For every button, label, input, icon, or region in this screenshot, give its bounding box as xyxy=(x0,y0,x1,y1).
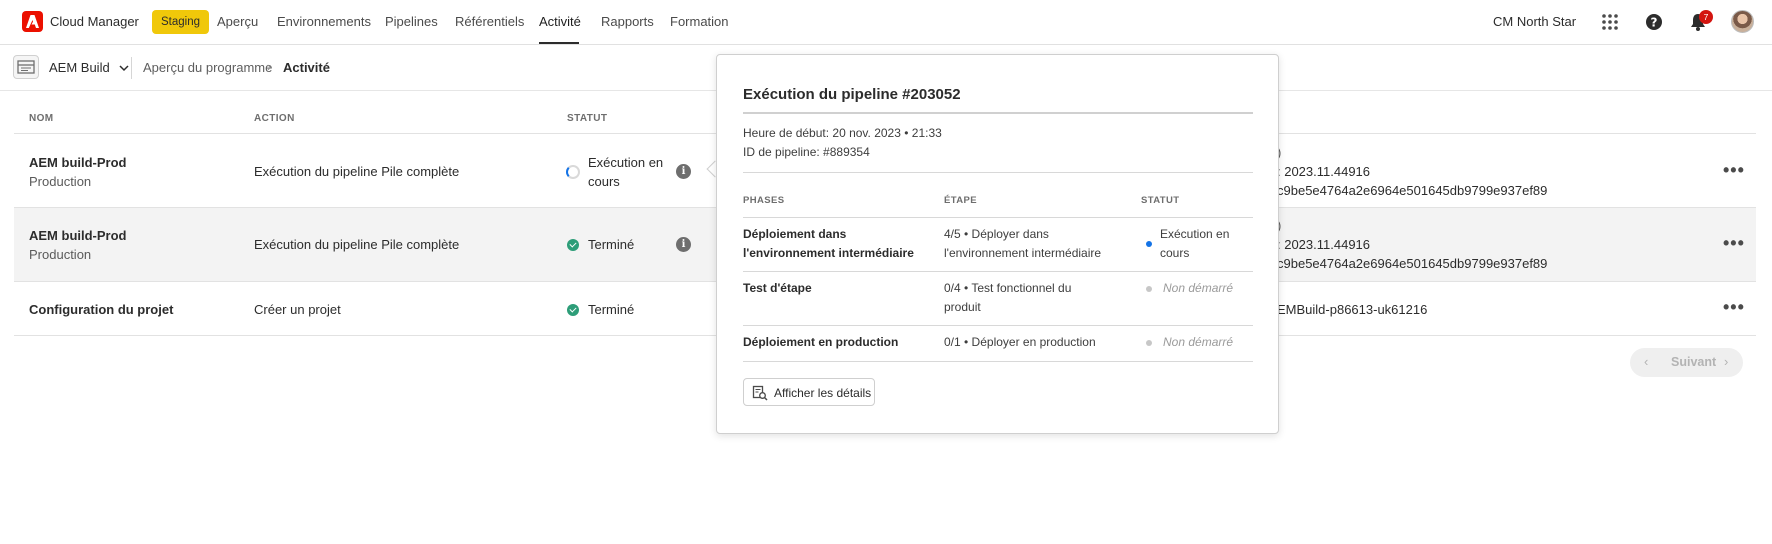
status-dot-not-started xyxy=(1146,340,1152,346)
phase-name-line1: Déploiement dans xyxy=(743,227,847,241)
in-progress-spinner-icon xyxy=(566,165,580,179)
breadcrumb-chevron-icon: › xyxy=(267,59,272,74)
nav-item-formation[interactable]: Formation xyxy=(670,14,729,29)
environment-badge: Staging xyxy=(152,10,210,34)
success-check-icon xyxy=(567,304,579,316)
nav-item-activite[interactable]: Activité xyxy=(539,14,581,29)
row-action: Exécution du pipeline Pile complète xyxy=(254,237,460,252)
app-grid-icon[interactable] xyxy=(1600,12,1620,32)
nav-item-pipelines[interactable]: Pipelines xyxy=(385,14,438,29)
nav-item-rapports[interactable]: Rapports xyxy=(601,14,654,29)
phase-step-line2: l'environnement intermédiaire xyxy=(944,246,1102,260)
view-details-label: Afficher les détails xyxy=(774,386,872,400)
row-details-line2: c9be5e4764a2e6964e501645db9799e937ef89 xyxy=(1277,183,1548,198)
previous-chevron-icon[interactable]: ‹ xyxy=(1644,354,1648,369)
pipeline-id: ID de pipeline: #889354 xyxy=(743,145,870,159)
info-icon[interactable]: i xyxy=(676,237,691,252)
row-action: Créer un projet xyxy=(254,302,341,317)
more-horizontal-icon[interactable]: ••• xyxy=(1723,233,1745,254)
row-details-line1: : 2023.11.44916 xyxy=(1277,237,1371,252)
divider xyxy=(131,57,132,79)
row-name: AEM build-Prod xyxy=(29,228,127,243)
start-time: Heure de début: 20 nov. 2023 • 21:33 xyxy=(743,126,942,140)
info-icon[interactable]: i xyxy=(676,164,691,179)
column-header-action[interactable]: ACTION xyxy=(254,113,295,124)
phase-status-line1: Non démarré xyxy=(1163,335,1234,349)
pipeline-execution-popover: Exécution du pipeline #203052 Heure de d… xyxy=(716,54,1279,434)
row-status: Terminé xyxy=(588,237,635,252)
divider xyxy=(743,217,1253,218)
phase-status-line1: Exécution en xyxy=(1160,227,1230,241)
next-page-button[interactable]: Suivant xyxy=(1671,355,1716,369)
row-status-line2: cours xyxy=(588,174,620,189)
divider xyxy=(743,361,1253,362)
popover-title: Exécution du pipeline #203052 xyxy=(743,86,961,103)
active-tab-indicator xyxy=(539,42,579,44)
next-chevron-icon[interactable]: › xyxy=(1724,354,1728,369)
column-header-status: STATUT xyxy=(1141,195,1180,206)
nav-item-referentiels[interactable]: Référentiels xyxy=(455,14,524,29)
row-details-line1: : 2023.11.44916 xyxy=(1277,164,1371,179)
top-navigation: Cloud Manager Staging Aperçu Environneme… xyxy=(0,0,1772,45)
phase-status-line2: cours xyxy=(1160,246,1190,260)
phase-name-line1: Déploiement en production xyxy=(743,335,899,349)
row-name: Configuration du projet xyxy=(29,302,174,317)
breadcrumb-current: Activité xyxy=(283,60,330,75)
svg-text:?: ? xyxy=(1651,16,1658,30)
row-details-line2: c9be5e4764a2e6964e501645db9799e937ef89 xyxy=(1277,256,1548,271)
phase-step-line1: 0/4 • Test fonctionnel du xyxy=(944,281,1072,295)
column-header-status[interactable]: STATUT xyxy=(567,113,607,124)
help-icon[interactable]: ? xyxy=(1644,12,1664,32)
phase-step-line1: 4/5 • Déployer dans xyxy=(944,227,1049,241)
nav-item-environnements[interactable]: Environnements xyxy=(277,14,371,29)
app-title[interactable]: Cloud Manager xyxy=(50,14,139,29)
document-search-icon xyxy=(752,385,768,404)
phase-step-line2: produit xyxy=(944,300,981,314)
breadcrumb-program-overview[interactable]: Aperçu du programme xyxy=(143,60,272,75)
pagination: ‹ Suivant › xyxy=(1630,348,1743,377)
divider xyxy=(743,271,1253,272)
phase-name-line2: l'environnement intermédiaire xyxy=(743,246,914,260)
column-header-step: ÉTAPE xyxy=(944,195,977,206)
phase-name-line1: Test d'étape xyxy=(743,281,812,295)
row-status-line1: Exécution en xyxy=(588,155,664,170)
user-avatar[interactable] xyxy=(1731,10,1754,33)
nav-item-apercu[interactable]: Aperçu xyxy=(217,14,258,29)
notification-count-badge: 7 xyxy=(1699,10,1713,24)
organization-switcher[interactable]: CM North Star xyxy=(1493,14,1576,29)
column-header-phases: PHASES xyxy=(743,195,785,206)
divider xyxy=(743,172,1253,173)
program-selector[interactable]: AEM Build xyxy=(49,60,129,75)
divider xyxy=(743,112,1253,114)
column-header-name[interactable]: NOM xyxy=(29,113,54,124)
view-details-button[interactable]: Afficher les détails xyxy=(743,378,875,406)
status-dot-in-progress xyxy=(1146,241,1152,247)
program-name: AEM Build xyxy=(49,60,110,75)
row-details-line1: EMBuild-p86613-uk61216 xyxy=(1277,302,1428,317)
program-icon xyxy=(13,55,39,79)
chevron-down-icon xyxy=(119,65,129,72)
row-subtitle: Production xyxy=(29,247,92,262)
more-horizontal-icon[interactable]: ••• xyxy=(1723,297,1745,318)
row-action: Exécution du pipeline Pile complète xyxy=(254,164,460,179)
success-check-icon xyxy=(567,239,579,251)
row-name: AEM build-Prod xyxy=(29,155,127,170)
more-horizontal-icon[interactable]: ••• xyxy=(1723,160,1745,181)
status-dot-not-started xyxy=(1146,286,1152,292)
adobe-logo-icon[interactable] xyxy=(22,11,43,32)
phase-status-line1: Non démarré xyxy=(1163,281,1234,295)
phase-step-line1: 0/1 • Déployer en production xyxy=(944,335,1096,349)
row-subtitle: Production xyxy=(29,174,92,189)
divider xyxy=(743,325,1253,326)
row-status: Terminé xyxy=(588,302,635,317)
